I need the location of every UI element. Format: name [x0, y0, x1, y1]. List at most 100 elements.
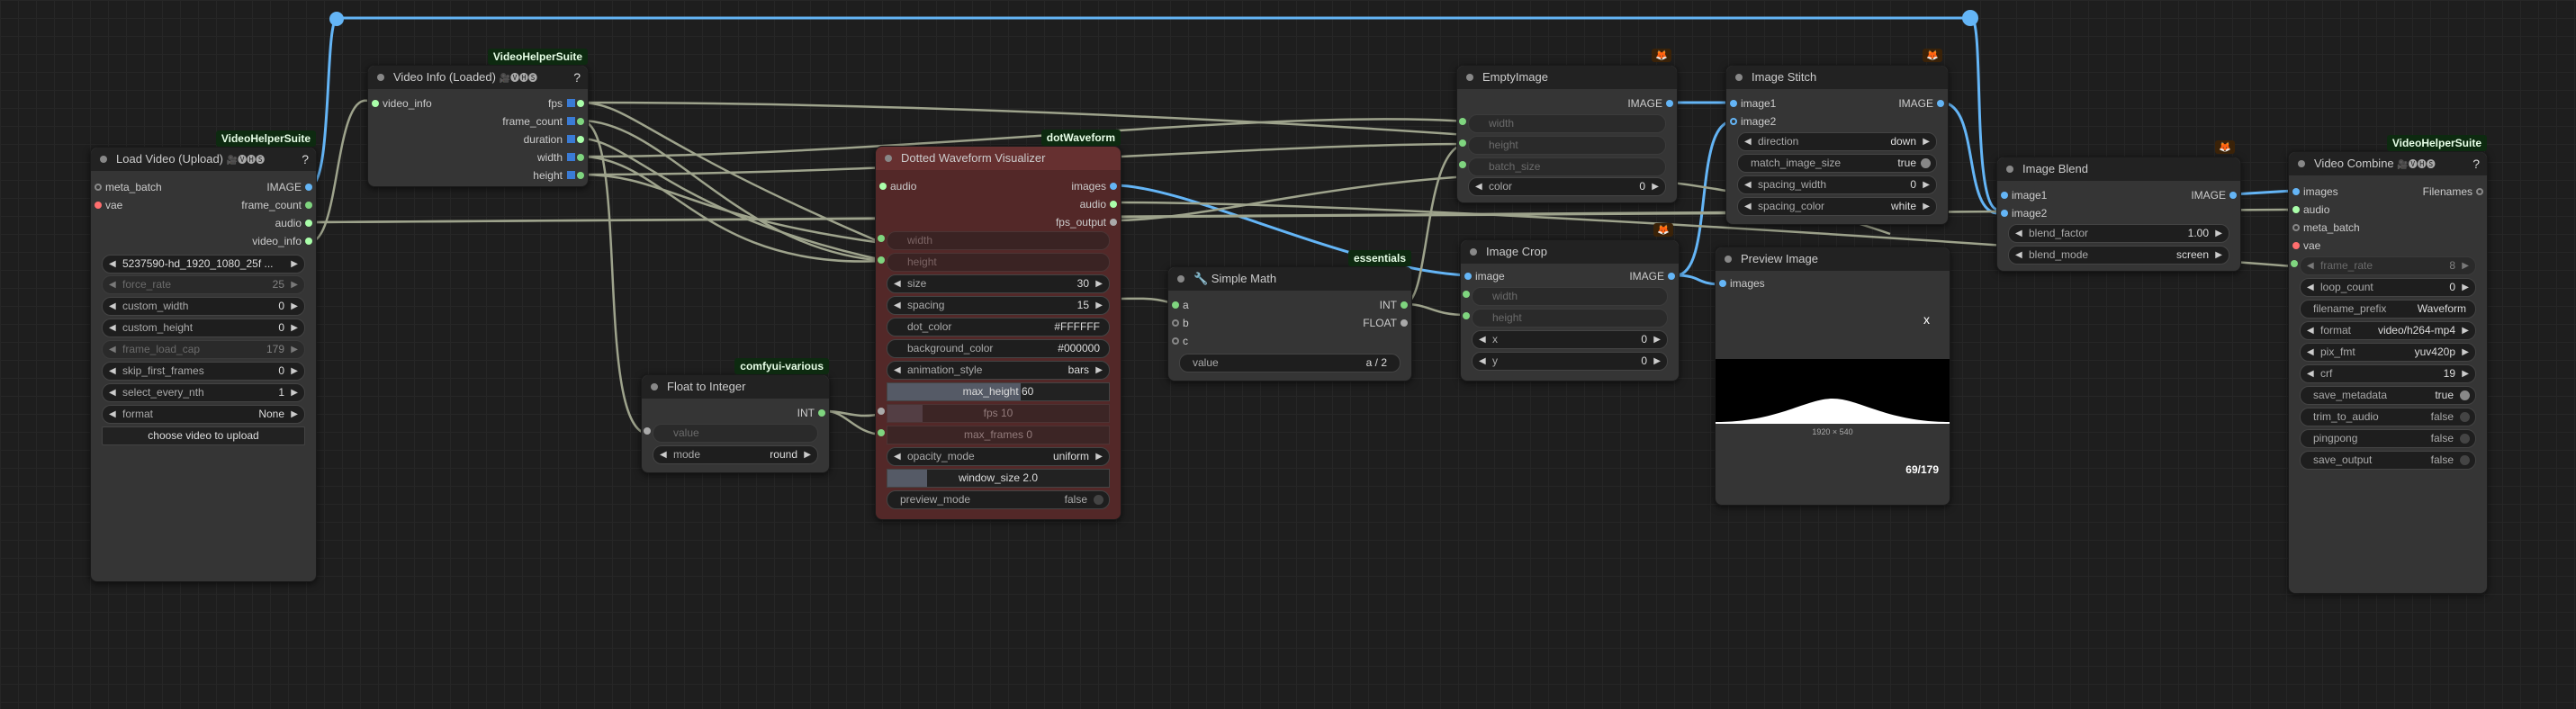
output-image[interactable]: IMAGE [1629, 269, 1679, 283]
node-title[interactable]: Video Combine 🎥🅥🅗🅢? [2289, 152, 2487, 175]
widget-height-converted[interactable]: height [887, 253, 1110, 272]
widget-filename-prefix[interactable]: filename_prefix Waveform [2300, 300, 2476, 319]
socket-icon[interactable] [1937, 100, 1944, 107]
socket-icon[interactable] [2292, 242, 2300, 249]
input-meta-batch[interactable]: meta_batch [91, 180, 162, 194]
widget-mode[interactable]: ◀ mode round ▶ [653, 445, 818, 464]
input-audio[interactable]: audio [876, 179, 916, 193]
collapse-dot-icon[interactable] [1735, 74, 1743, 81]
slider-fps[interactable]: fps 10 [887, 404, 1110, 423]
socket-icon[interactable] [2292, 206, 2300, 213]
input-images[interactable]: images [1716, 276, 1765, 291]
image-stitch-node[interactable]: 🦊 Image Stitch image1 image2 IMAGE ◀ dire… [1725, 49, 1949, 225]
widget-spacing[interactable]: ◀ spacing 15 ▶ [887, 296, 1110, 315]
output-image[interactable]: IMAGE [266, 180, 316, 194]
input-b[interactable]: b [1168, 316, 1189, 330]
collapse-dot-icon[interactable] [1725, 256, 1732, 263]
node-title[interactable]: Load Video (Upload) 🎥🅥🅗🅢? [91, 148, 316, 171]
widget-height-converted[interactable]: height [1472, 309, 1668, 328]
socket-icon[interactable] [1172, 319, 1179, 327]
node-title[interactable]: Image Blend [1997, 157, 2240, 181]
toggle-preview-mode[interactable]: preview_mode false [887, 490, 1110, 509]
socket-icon[interactable] [1463, 312, 1470, 319]
node-title[interactable]: Image Crop [1461, 240, 1679, 264]
socket-icon[interactable] [577, 100, 584, 107]
input-image2[interactable]: image2 [1726, 114, 1776, 129]
video-combine-node[interactable]: VideoHelperSuite Video Combine 🎥🅥🅗🅢? ima… [2288, 135, 2488, 594]
input-image[interactable]: image [1461, 269, 1505, 283]
video-select[interactable]: ◀ 5237590-hd_1920_1080_25f ... ▶ [102, 255, 305, 274]
output-images[interactable]: images [1071, 179, 1121, 193]
output-int[interactable]: INT [1380, 298, 1411, 312]
node-title[interactable]: Image Stitch [1726, 66, 1948, 89]
socket-icon[interactable] [1459, 161, 1466, 168]
input-audio[interactable]: audio [2289, 202, 2329, 217]
upload-button[interactable]: choose video to upload [102, 426, 305, 445]
socket-icon[interactable] [1668, 273, 1675, 280]
socket-icon[interactable] [2001, 192, 2008, 199]
socket-icon[interactable] [1464, 273, 1472, 280]
help-icon[interactable]: ? [573, 66, 581, 89]
socket-icon[interactable] [2001, 210, 2008, 217]
socket-icon[interactable] [577, 172, 584, 179]
input-c[interactable]: c [1168, 334, 1188, 348]
simple-math-node[interactable]: essentials 🔧 Simple Math a b c INT FLOAT… [1167, 250, 1412, 381]
socket-icon[interactable] [878, 256, 885, 264]
output-width[interactable]: width [537, 150, 588, 165]
socket-icon[interactable] [1110, 183, 1117, 190]
widget-background-color[interactable]: background_color #000000 [887, 339, 1110, 358]
socket-icon[interactable] [1172, 337, 1179, 345]
widget-width-converted[interactable]: width [887, 231, 1110, 250]
toggle-pingpong[interactable]: pingpong false [2300, 429, 2476, 448]
output-video-info[interactable]: video_info [252, 234, 316, 248]
input-image2[interactable]: image2 [1997, 206, 2047, 220]
empty-image-node[interactable]: 🦊 EmptyImage IMAGE width height batch_si… [1456, 49, 1678, 203]
output-filenames[interactable]: Filenames [2423, 184, 2487, 199]
socket-icon[interactable] [1730, 100, 1737, 107]
output-image[interactable]: IMAGE [1627, 96, 1677, 111]
widget-x[interactable]: ◀ x 0 ▶ [1472, 330, 1668, 349]
socket-icon[interactable] [1401, 301, 1408, 309]
collapse-dot-icon[interactable] [2006, 166, 2013, 173]
node-title[interactable]: Video Info (Loaded) 🎥🅥🅗🅢? [368, 66, 588, 89]
widget-force-rate[interactable]: ◀ force_rate 25 ▶ [102, 275, 305, 294]
socket-icon[interactable] [577, 118, 584, 125]
close-preview-icon[interactable]: x [1923, 312, 1930, 327]
widget-direction[interactable]: ◀ direction down ▶ [1737, 132, 1937, 151]
widget-crf[interactable]: ◀ crf 19 ▶ [2300, 364, 2476, 383]
socket-icon[interactable] [818, 409, 825, 417]
widget-spacing-color[interactable]: ◀ spacing_color white ▶ [1737, 197, 1937, 216]
widget-custom-width[interactable]: ◀ custom_width 0 ▶ [102, 297, 305, 316]
reroute-node[interactable] [329, 12, 344, 26]
widget-skip-first-frames[interactable]: ◀ skip_first_frames 0 ▶ [102, 362, 305, 381]
output-fps[interactable]: fps [548, 96, 588, 111]
widget-select-every-nth[interactable]: ◀ select_every_nth 1 ▶ [102, 383, 305, 402]
widget-width-converted[interactable]: width [1472, 287, 1668, 306]
widget-spacing-width[interactable]: ◀ spacing_width 0 ▶ [1737, 175, 1937, 194]
output-frame-count[interactable]: frame_count [241, 198, 316, 212]
socket-icon[interactable] [878, 235, 885, 242]
widget-color[interactable]: ◀ color 0 ▶ [1468, 177, 1666, 196]
input-images[interactable]: images [2289, 184, 2338, 199]
collapse-dot-icon[interactable] [2298, 160, 2305, 167]
socket-icon[interactable] [2291, 260, 2298, 267]
input-vae[interactable]: vae [91, 198, 122, 212]
video-info-node[interactable]: VideoHelperSuite Video Info (Loaded) 🎥🅥🅗… [367, 49, 589, 187]
widget-frame-load-cap[interactable]: ◀ frame_load_cap 179 ▶ [102, 340, 305, 359]
widget-size[interactable]: ◀ size 30 ▶ [887, 274, 1110, 293]
collapse-dot-icon[interactable] [100, 156, 107, 163]
socket-icon[interactable] [1459, 139, 1466, 147]
socket-icon[interactable] [1719, 280, 1726, 287]
widget-pix-fmt[interactable]: ◀ pix_fmt yuv420p ▶ [2300, 343, 2476, 362]
node-title[interactable]: EmptyImage [1457, 66, 1677, 89]
socket-icon[interactable] [1459, 118, 1466, 125]
output-image[interactable]: IMAGE [1898, 96, 1948, 111]
widget-custom-height[interactable]: ◀ custom_height 0 ▶ [102, 319, 305, 337]
socket-icon[interactable] [879, 183, 887, 190]
widget-blend-factor[interactable]: ◀ blend_factor 1.00 ▶ [2008, 224, 2229, 243]
help-icon[interactable]: ? [2472, 152, 2480, 175]
socket-icon[interactable] [1110, 201, 1117, 208]
socket-icon[interactable] [1110, 219, 1117, 226]
socket-icon[interactable] [305, 238, 312, 245]
socket-icon[interactable] [2229, 192, 2237, 199]
